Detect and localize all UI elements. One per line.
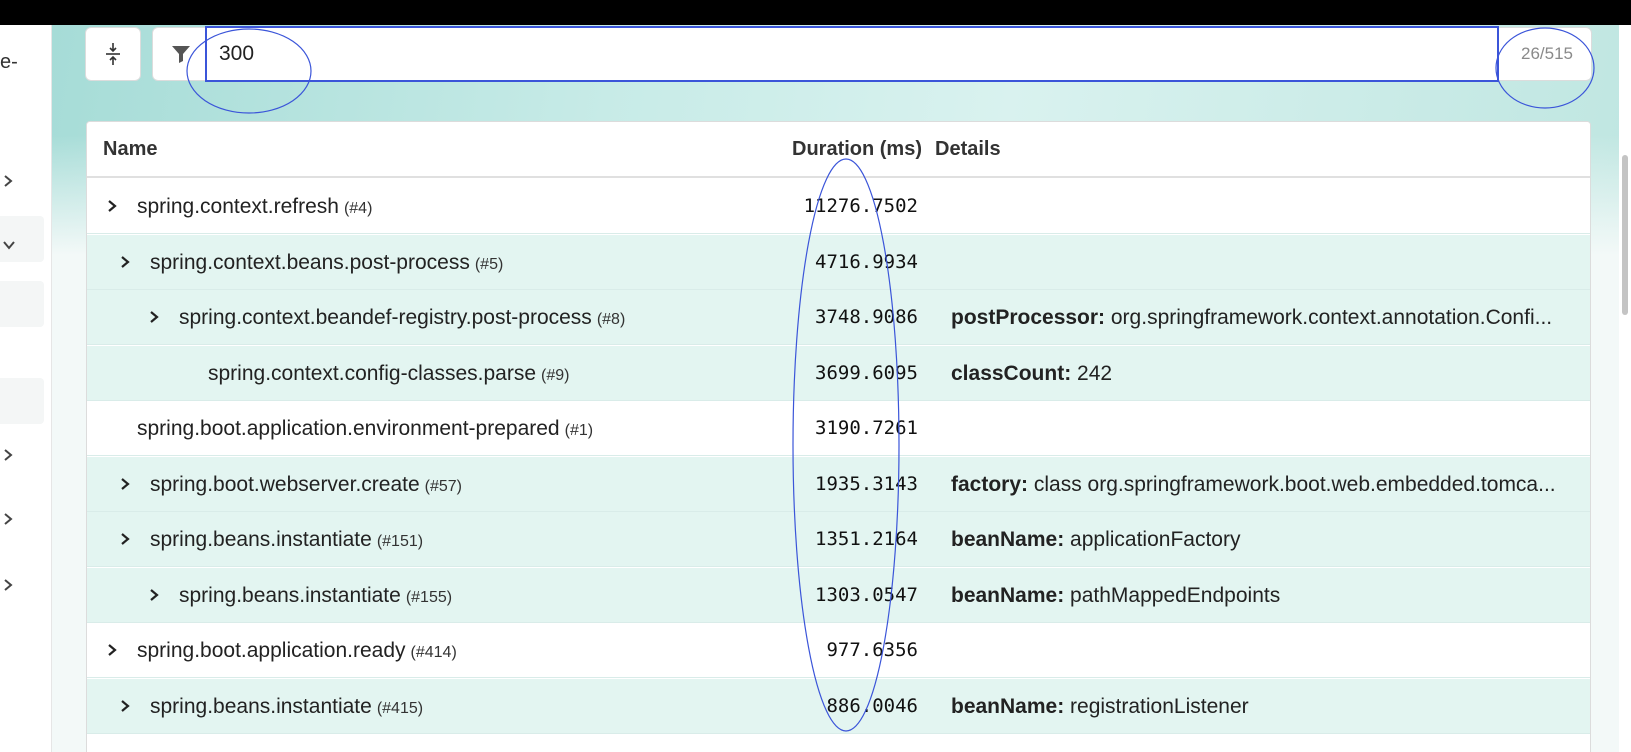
- row-duration: 4716.9934: [815, 250, 918, 273]
- detail-key: postProcessor:: [951, 306, 1106, 329]
- row-name: spring.beans.instantiate (#151): [150, 528, 423, 552]
- row-name: spring.beans.instantiate (#155): [179, 584, 452, 608]
- event-name: spring.boot.application.ready: [137, 639, 406, 662]
- event-name: spring.boot.webserver.create: [150, 472, 420, 496]
- window-top-bar: [0, 0, 1631, 25]
- event-name: spring.context.beandef-registry.post-pro…: [179, 306, 592, 329]
- detail-key: classCount:: [951, 361, 1072, 385]
- table-row[interactable]: spring.beans.instantiate (#151) 1351.2164 b…: [87, 512, 1590, 567]
- event-name: spring.context.beans.post-process: [150, 250, 470, 274]
- collapse-all-button[interactable]: [85, 27, 141, 81]
- table-header: Name Duration (ms) Details: [87, 122, 1590, 178]
- detail-value: pathMappedEndpoints: [1064, 583, 1281, 607]
- row-duration: 1303.0547: [815, 583, 918, 606]
- event-id: (#4): [343, 200, 373, 217]
- detail-value: class org.springframework.boot.web.embed…: [1028, 472, 1556, 496]
- expand-chevron-icon[interactable]: [145, 306, 163, 328]
- expand-chevron-icon[interactable]: [116, 528, 134, 550]
- table-row[interactable]: spring.context.config-classes.parse (#9) 3…: [87, 345, 1590, 401]
- event-id: (#415): [376, 699, 424, 717]
- sidebar-chevron-down-icon[interactable]: [0, 223, 44, 267]
- event-name: spring.context.config-classes.parse: [208, 361, 536, 385]
- startup-events-table: Name Duration (ms) Details spring.contex…: [86, 121, 1591, 752]
- filter-match-count: 26/515: [1521, 44, 1573, 63]
- detail-value: 242: [1071, 361, 1113, 385]
- filter-icon: [172, 46, 190, 63]
- column-header-name[interactable]: Name: [103, 138, 157, 161]
- detail-key: beanName:: [951, 694, 1065, 718]
- row-name: spring.context.refresh (#4): [137, 195, 372, 219]
- detail-key: factory:: [951, 472, 1029, 496]
- table-row[interactable]: spring.boot.application.environment-prep…: [87, 401, 1590, 456]
- event-id: (#414): [410, 644, 457, 661]
- row-duration: 977.6356: [826, 639, 918, 661]
- row-details: postProcessor: org.springframework.conte…: [951, 306, 1571, 330]
- filter-bar: 26/515: [152, 26, 1592, 82]
- scrollbar-thumb[interactable]: [1622, 155, 1628, 315]
- expand-chevron-icon[interactable]: [103, 639, 121, 661]
- expand-chevron-icon[interactable]: [116, 473, 134, 495]
- table-row[interactable]: spring.context.beans.post-process (#5) 471…: [87, 234, 1590, 290]
- event-name: spring.beans.instantiate: [150, 694, 372, 718]
- row-duration: 1935.3143: [815, 472, 918, 495]
- table-row[interactable]: spring.boot.application.ready (#414) 977.6…: [87, 623, 1590, 678]
- expand-chevron-icon[interactable]: [103, 195, 121, 217]
- row-name: spring.boot.webserver.create (#57): [150, 473, 462, 497]
- table-row[interactable]: spring.beans.instantiate (#155) 1303.0547 b…: [87, 567, 1590, 623]
- collapse-vertical-icon: [106, 43, 120, 65]
- detail-key: beanName:: [951, 583, 1065, 607]
- sidebar-item-bg: [0, 378, 44, 424]
- row-details: factory: class org.springframework.boot.…: [951, 473, 1571, 497]
- filter-input[interactable]: [205, 26, 1499, 82]
- sidebar-chevron-right-icon[interactable]: [0, 433, 44, 477]
- event-name: spring.boot.application.environment-prep…: [137, 417, 560, 440]
- sidebar-item-bg: [0, 281, 44, 327]
- column-header-details[interactable]: Details: [935, 138, 1001, 161]
- table-row[interactable]: spring.boot.webserver.create (#57) 1935.31…: [87, 456, 1590, 512]
- event-name: spring.beans.instantiate: [150, 528, 372, 551]
- event-id: (#155): [405, 588, 453, 606]
- row-duration: 1351.2164: [815, 528, 918, 550]
- row-duration: 3748.9086: [815, 306, 918, 328]
- row-details: beanName: pathMappedEndpoints: [951, 584, 1571, 608]
- row-details: classCount: 242: [951, 362, 1571, 386]
- row-name: spring.boot.application.ready (#414): [137, 639, 457, 663]
- sidebar-partial-text: e-: [0, 51, 18, 73]
- row-name: spring.context.beandef-registry.post-pro…: [179, 306, 625, 330]
- row-name: spring.context.config-classes.parse (#9): [208, 362, 569, 386]
- event-id: (#1): [564, 422, 594, 439]
- sidebar: e-: [0, 25, 52, 752]
- sidebar-chevron-right-icon[interactable]: [0, 159, 44, 203]
- row-details: beanName: registrationListener: [951, 695, 1571, 719]
- row-duration: 3699.6095: [815, 361, 918, 384]
- column-header-duration[interactable]: Duration (ms): [792, 138, 922, 161]
- event-id: (#9): [541, 366, 570, 384]
- row-duration: 11276.7502: [803, 195, 918, 217]
- sidebar-chevron-right-icon[interactable]: [0, 497, 44, 541]
- sidebar-chevron-right-icon[interactable]: [0, 563, 44, 607]
- expand-chevron-icon[interactable]: [116, 695, 134, 717]
- row-name: spring.boot.application.environment-prep…: [137, 417, 593, 441]
- page-scrollbar[interactable]: [1619, 25, 1631, 752]
- detail-value: registrationListener: [1064, 694, 1249, 718]
- row-duration: 3190.7261: [815, 417, 918, 439]
- row-name: spring.context.beans.post-process (#5): [150, 251, 503, 275]
- row-details: beanName: applicationFactory: [951, 528, 1571, 552]
- detail-key: beanName:: [951, 528, 1065, 551]
- event-id: (#57): [424, 477, 463, 495]
- event-name: spring.context.refresh: [137, 195, 339, 218]
- event-id: (#5): [474, 255, 504, 273]
- detail-value: org.springframework.context.annotation.C…: [1105, 306, 1553, 329]
- detail-value: applicationFactory: [1064, 528, 1241, 551]
- row-duration: 886.0046: [826, 694, 918, 717]
- expand-chevron-icon[interactable]: [145, 584, 163, 606]
- event-name: spring.beans.instantiate: [179, 583, 401, 607]
- table-row[interactable]: spring.context.beandef-registry.post-pro…: [87, 290, 1590, 345]
- expand-chevron-icon[interactable]: [116, 251, 134, 273]
- row-name: spring.beans.instantiate (#415): [150, 695, 423, 719]
- table-row[interactable]: spring.beans.instantiate (#415) 886.0046 be…: [87, 678, 1590, 734]
- table-row[interactable]: spring.context.refresh (#4) 11276.7502: [87, 179, 1590, 234]
- event-id: (#151): [376, 533, 424, 550]
- event-id: (#8): [596, 311, 626, 328]
